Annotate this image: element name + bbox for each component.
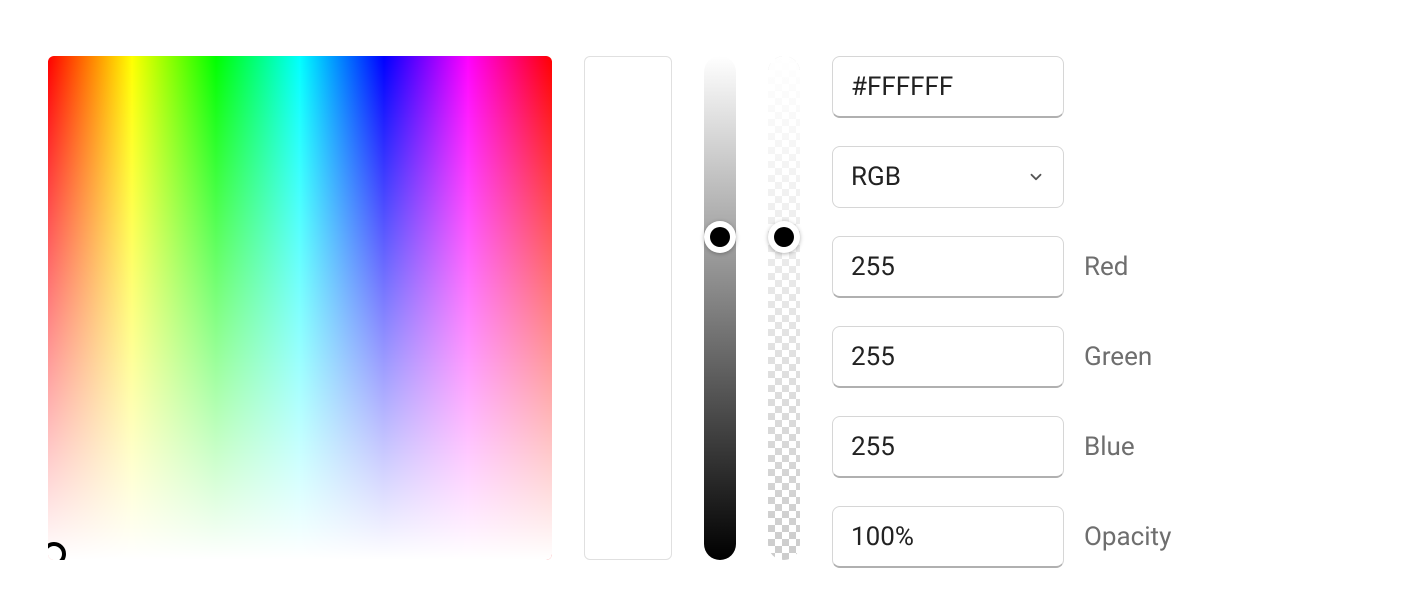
green-label: Green (1084, 342, 1152, 372)
red-row: 255 Red (832, 236, 1212, 298)
hex-row: #FFFFFF (832, 56, 1212, 118)
green-input[interactable]: 255 (832, 326, 1064, 388)
color-format-value: RGB (851, 162, 901, 192)
blue-value: 255 (851, 432, 895, 462)
opacity-label: Opacity (1084, 522, 1171, 552)
chevron-down-icon (1027, 168, 1045, 186)
format-row: RGB (832, 146, 1212, 208)
opacity-gradient (768, 56, 800, 560)
color-fields: #FFFFFF RGB 255 Red 255 Green (832, 56, 1212, 568)
red-value: 255 (851, 252, 895, 282)
blue-row: 255 Blue (832, 416, 1212, 478)
opacity-input[interactable]: 100% (832, 506, 1064, 568)
color-area[interactable] (48, 56, 552, 560)
red-label: Red (1084, 252, 1128, 282)
white-gradient (48, 56, 552, 560)
hex-input[interactable]: #FFFFFF (832, 56, 1064, 118)
hex-value: #FFFFFF (851, 72, 953, 102)
red-input[interactable]: 255 (832, 236, 1064, 298)
green-row: 255 Green (832, 326, 1212, 388)
blue-input[interactable]: 255 (832, 416, 1064, 478)
lightness-slider-handle[interactable] (704, 221, 736, 253)
color-picker: #FFFFFF RGB 255 Red 255 Green (48, 56, 1376, 568)
opacity-row: 100% Opacity (832, 506, 1212, 568)
opacity-slider[interactable] (768, 56, 800, 560)
color-swatch (584, 56, 672, 560)
opacity-value: 100% (851, 522, 914, 552)
green-value: 255 (851, 342, 895, 372)
blue-label: Blue (1084, 432, 1135, 462)
color-format-select[interactable]: RGB (832, 146, 1064, 208)
lightness-slider[interactable] (704, 56, 736, 560)
